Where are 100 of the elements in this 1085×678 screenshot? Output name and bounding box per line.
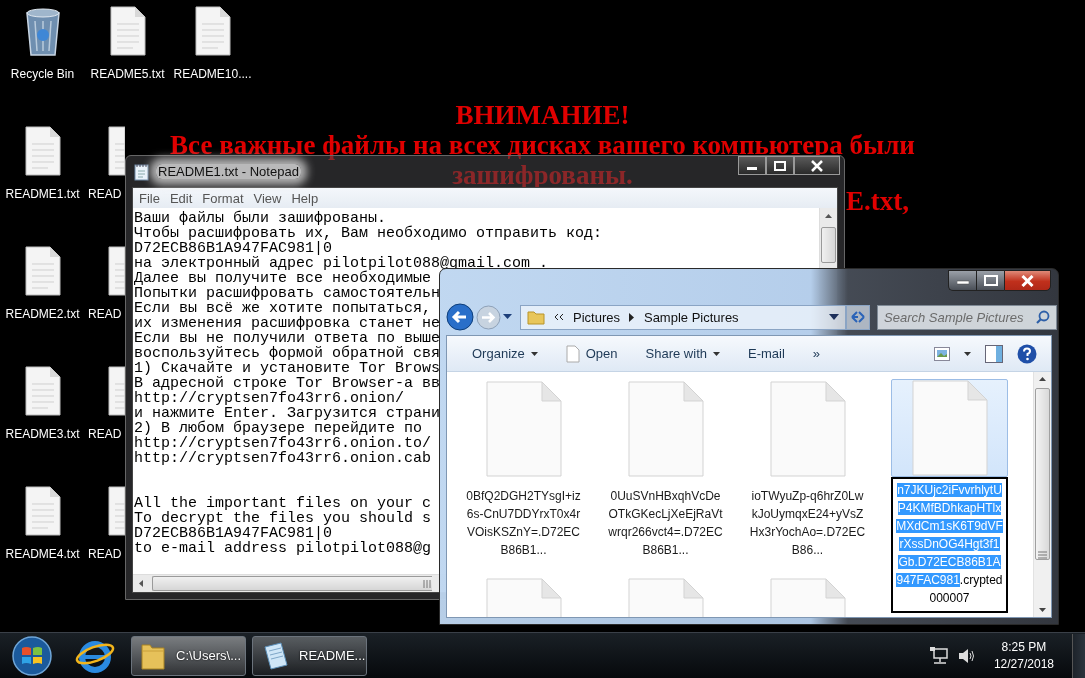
warning-text: зашифрованы. xyxy=(452,160,633,190)
maximize-button[interactable] xyxy=(766,156,794,175)
desktop-icon-label[interactable]: README5.txt xyxy=(90,67,165,81)
taskbar-button[interactable]: C:\Users\... xyxy=(131,635,246,676)
grip-icon xyxy=(1038,551,1047,559)
folder-icon xyxy=(527,309,545,325)
file-name[interactable]: 0BfQ2DGH2TYsgI+iz6s-CnU7DDYrxT0x4rVOisKSZnY=.D72ECB86B1... xyxy=(465,487,582,559)
document-icon[interactable] xyxy=(108,5,147,57)
desktop-icon-label[interactable]: README3.txt xyxy=(5,427,80,441)
menu-item[interactable]: Format xyxy=(199,190,247,206)
document-icon[interactable] xyxy=(193,5,232,57)
desktop-icon-label[interactable]: READ xyxy=(88,307,122,321)
volume-icon[interactable] xyxy=(957,647,976,664)
desktop-icon-label[interactable]: Recycle Bin xyxy=(10,67,75,81)
notepad-icon xyxy=(261,640,289,671)
dropdown-icon[interactable] xyxy=(503,314,512,320)
document-icon[interactable] xyxy=(107,125,125,177)
document-icon[interactable] xyxy=(107,485,125,537)
desktop-icon-label[interactable]: README1.txt xyxy=(5,187,80,201)
text-line: To decrypt the files you should s xyxy=(134,511,432,526)
text-line: и нажмите Enter. Загрузится страни xyxy=(134,406,441,421)
text-line: Если вы всё же хотите попытаться, xyxy=(134,301,432,316)
document-icon[interactable] xyxy=(107,365,125,417)
text-line: на электронный адрес pilotpilot088@gmail.com . xyxy=(134,256,549,271)
notepad-icon xyxy=(134,162,150,181)
document-icon[interactable] xyxy=(107,245,125,297)
maximize-button[interactable] xyxy=(976,270,1004,291)
toolbar-button[interactable]: Open xyxy=(554,340,629,367)
desktop-icon-label[interactable]: README10.... xyxy=(173,67,252,81)
text-line: Если вы не получили ответа по выше xyxy=(134,331,441,346)
breadcrumb-item[interactable]: Pictures xyxy=(573,309,620,325)
close-icon xyxy=(1021,274,1034,287)
toolbar-menu-button[interactable]: Organize xyxy=(461,340,549,367)
desktop-icon-label[interactable]: README2.txt xyxy=(5,307,80,321)
search-field[interactable]: Search Sample Pictures xyxy=(877,304,1057,330)
text-line: http://cryptsen7fo43rr6.onion.cab xyxy=(134,451,432,466)
scroll-thumb[interactable] xyxy=(1035,388,1050,560)
toolbar-button[interactable]: E-mail xyxy=(737,340,796,367)
text-line: 2) В любом браузере перейдите по xyxy=(134,421,423,436)
network-icon[interactable] xyxy=(929,646,950,665)
text-line: Ваши файлы были зашифрованы. xyxy=(134,211,387,226)
breadcrumb-arrow-icon[interactable] xyxy=(628,312,635,322)
dropdown-icon[interactable] xyxy=(829,314,839,320)
grip-icon xyxy=(422,579,432,588)
preview-pane-icon[interactable] xyxy=(985,344,1003,363)
menu-item[interactable]: Edit xyxy=(166,190,196,206)
text-line: to e-mail address pilotpilot088@g xyxy=(134,541,432,556)
text-line: Далее вы получите все необходимые xyxy=(134,271,432,286)
text-line: Чтобы расшифровать их, Вам необходимо отправить код: xyxy=(134,226,603,241)
document-icon[interactable] xyxy=(23,365,62,417)
text-line: воспользуйтесь формой обратной свя xyxy=(134,346,441,361)
menu-item[interactable]: File xyxy=(136,190,163,206)
address-bar[interactable]: Pictures Sample Pictures xyxy=(520,304,846,330)
minimize-button[interactable] xyxy=(738,156,766,175)
maximize-icon xyxy=(774,160,786,171)
refresh-button[interactable] xyxy=(846,304,870,330)
text-line: D72ECB86B1A947FAC981|0 xyxy=(134,526,333,541)
document-icon[interactable] xyxy=(23,485,62,537)
caret-icon[interactable] xyxy=(964,351,971,356)
menu-item[interactable]: Help xyxy=(288,190,322,206)
file-name[interactable]: ioTWyuZp-q6hrZ0LwkJoUymqxE24+yVsZHx3rYochAo=.D72ECB86... xyxy=(749,487,866,559)
search-icon[interactable] xyxy=(1036,310,1050,324)
help-icon[interactable] xyxy=(1017,343,1037,364)
scroll-thumb[interactable] xyxy=(821,227,836,263)
desktop-icon-label[interactable]: README4.txt xyxy=(5,547,80,561)
warning-heading: ВНИМАНИЕ! xyxy=(455,100,630,130)
toolbar-button[interactable]: » xyxy=(801,340,832,367)
taskbar-button[interactable]: README... xyxy=(252,635,367,676)
caret-icon xyxy=(713,351,720,356)
warning-text: Все важные файлы на всех дисках вашего компьютера были xyxy=(170,130,915,160)
back-button[interactable] xyxy=(446,303,474,331)
document-icon[interactable] xyxy=(23,245,62,297)
desktop-icon-label[interactable]: READ xyxy=(88,187,122,201)
file-name[interactable]: 0UuSVnHBxqhVcDeOTkGKecLjXeEjRaVtwrqr266vct4=.D72ECB86B1... xyxy=(607,487,724,559)
scrollbar[interactable] xyxy=(1033,372,1051,617)
text-line: их изменения расшифровка станет не xyxy=(134,316,441,331)
maximize-icon xyxy=(983,275,998,286)
document-icon[interactable] xyxy=(23,125,62,177)
selected-file-tile[interactable] xyxy=(891,379,1008,477)
text-line: Попытки расшифровать самостоятельн xyxy=(134,286,441,301)
minimize-button[interactable] xyxy=(948,270,976,291)
text-line: 1) Скачайте и установите Tor Brows xyxy=(134,361,441,376)
close-button[interactable] xyxy=(794,156,840,175)
text-line: All the important files on your c xyxy=(134,496,432,511)
desktop-icon-label[interactable]: READ xyxy=(88,427,122,441)
desktop-icon-label[interactable]: READ xyxy=(88,547,122,561)
window-title: README1.txt - Notepad xyxy=(156,164,301,179)
toolbar-menu-button[interactable]: Share with xyxy=(634,340,731,367)
clock-time[interactable]: 8:25 PM xyxy=(1001,638,1047,656)
text-line: В адресной строке Tor Browser-а вв xyxy=(134,376,441,391)
refresh-icon xyxy=(850,309,866,325)
view-options-icon[interactable] xyxy=(934,346,950,361)
clock-date[interactable]: 12/27/2018 xyxy=(993,655,1054,673)
menu-item[interactable]: View xyxy=(250,190,285,206)
close-button[interactable] xyxy=(1004,270,1051,291)
scroll-thumb[interactable] xyxy=(152,576,432,591)
start-button[interactable] xyxy=(11,634,53,677)
document-icon xyxy=(565,344,580,363)
text-line: D72ECB86B1A947FAC981|0 xyxy=(134,241,333,256)
breadcrumb-item[interactable]: Sample Pictures xyxy=(643,309,739,325)
